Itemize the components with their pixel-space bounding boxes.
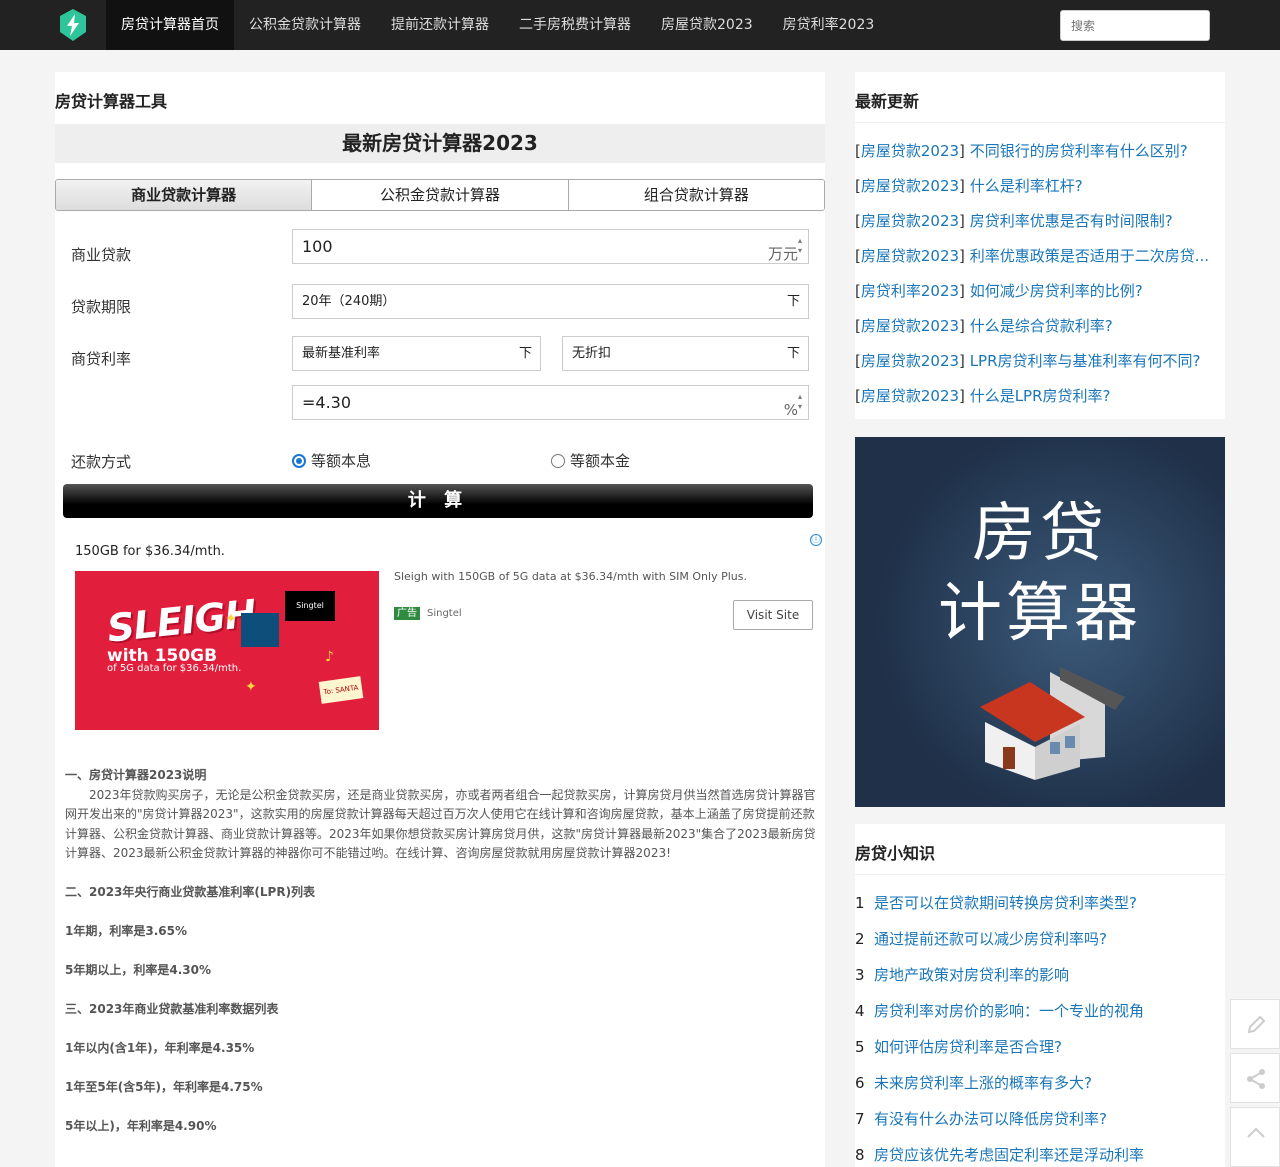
knowledge-link[interactable]: 5 如何评估房贷利率是否合理? bbox=[855, 1036, 1225, 1057]
knowledge-link[interactable]: 3 房地产政策对房贷利率的影响 bbox=[855, 964, 1225, 985]
repay-option-label: 等额本金 bbox=[570, 452, 631, 470]
chevron-down-icon: 下 bbox=[518, 346, 532, 361]
star-icon: ✦ bbox=[245, 679, 257, 695]
knowledge-link[interactable]: 2 通过提前还款可以减少房贷利率吗? bbox=[855, 928, 1225, 949]
main-nav: 房贷计算器首页 公积金贷款计算器 提前还款计算器 二手房税费计算器 房屋贷款20… bbox=[106, 0, 889, 50]
ad-headline[interactable]: 150GB for $36.34/mth. bbox=[75, 544, 225, 559]
rate-type-select[interactable]: 最新基准利率 下 bbox=[292, 336, 541, 371]
latest-updates-box: 最新更新 [房屋贷款2023] 不同银行的房贷利率有什么区别? [房屋贷款202… bbox=[855, 72, 1225, 419]
article-heading: 二、2023年央行商业贷款基准利率(LPR)列表 bbox=[65, 885, 316, 899]
ad-badge: 广告 bbox=[394, 607, 420, 620]
loan-amount-label: 商业贷款 bbox=[71, 246, 132, 264]
promo-banner[interactable]: 房贷 计算器 bbox=[855, 437, 1225, 807]
divider bbox=[855, 874, 1225, 875]
article-heading: 一、房贷计算器2023说明 bbox=[65, 768, 207, 782]
article-list-item: 1年至5年(含5年)，年利率是4.75% bbox=[65, 1080, 263, 1094]
star-icon: ✦ bbox=[225, 611, 237, 627]
tab-combined-loan[interactable]: 组合贷款计算器 bbox=[568, 180, 824, 210]
ad-image-sub: of 5G data for $36.34/mth. bbox=[107, 663, 242, 674]
update-link[interactable]: [房贷利率2023] 如何减少房贷利率的比例? bbox=[855, 280, 1225, 301]
lightning-logo-icon[interactable] bbox=[58, 8, 88, 42]
stepper-icon[interactable]: ▴ ▾ bbox=[794, 236, 806, 256]
article-list-item: 5年以上)，年利率是4.90% bbox=[65, 1119, 217, 1133]
knowledge-link[interactable]: 1 是否可以在贷款期间转换房贷利率类型? bbox=[855, 892, 1225, 913]
article-paragraph: 2023年贷款购买房子，无论是公积金贷款买房，还是商业贷款买房，亦或者两者组合一… bbox=[65, 787, 816, 861]
nav-item-prepay[interactable]: 提前还款计算器 bbox=[376, 0, 504, 50]
repay-method-label: 还款方式 bbox=[71, 453, 132, 471]
knowledge-link[interactable]: 4 房贷利率对房价的影响：一个专业的视角 bbox=[855, 1000, 1225, 1021]
loan-term-value: 20年（240期） bbox=[302, 294, 396, 309]
article-list-item: 1年期，利率是3.65% bbox=[65, 924, 187, 938]
update-link[interactable]: [房屋贷款2023] 什么是利率杠杆? bbox=[855, 175, 1225, 196]
article-list-item: 1年以内(含1年)，年利率是4.35% bbox=[65, 1041, 255, 1055]
gift-icon bbox=[241, 613, 279, 647]
search-input[interactable] bbox=[1060, 10, 1210, 41]
repay-equal-principal-radio[interactable]: 等额本金 bbox=[551, 450, 630, 471]
repay-option-label: 等额本息 bbox=[311, 452, 372, 470]
nav-item-tax[interactable]: 二手房税费计算器 bbox=[504, 0, 646, 50]
ad-advertiser[interactable]: Singtel bbox=[427, 607, 462, 620]
ad-description[interactable]: Sleigh with 150GB of 5G data at $36.34/m… bbox=[394, 570, 747, 583]
update-link[interactable]: [房屋贷款2023] 利率优惠政策是否适用于二次房贷... bbox=[855, 245, 1225, 266]
radio-checked-icon[interactable] bbox=[292, 453, 306, 468]
rate-discount-select[interactable]: 无折扣 下 bbox=[562, 336, 809, 371]
share-icon[interactable] bbox=[1230, 1053, 1280, 1103]
loan-term-select[interactable]: 20年（240期） 下 bbox=[292, 284, 809, 319]
article-heading: 三、2023年商业贷款基准利率数据列表 bbox=[65, 1002, 279, 1016]
loan-amount-value: 100 bbox=[302, 237, 333, 256]
pencil-icon[interactable] bbox=[1230, 999, 1280, 1049]
article-list-item: 5年期以上，利率是4.30% bbox=[65, 963, 211, 977]
update-link[interactable]: [房屋贷款2023] 房贷利率优惠是否有时间限制? bbox=[855, 210, 1225, 231]
article: 一、房贷计算器2023说明 2023年贷款购买房子，无论是公积金贷款买房，还是商… bbox=[65, 766, 825, 1137]
calculator-panel: 房贷计算器工具 最新房贷计算器2023 商业贷款计算器 公积金贷款计算器 组合贷… bbox=[55, 72, 825, 1167]
panel-title: 房贷计算器工具 bbox=[55, 92, 168, 111]
divider bbox=[855, 122, 1225, 123]
candy-cane-icon: ♪ bbox=[325, 649, 334, 665]
latest-updates-title: 最新更新 bbox=[855, 92, 920, 111]
nav-item-home[interactable]: 房贷计算器首页 bbox=[106, 0, 234, 50]
chevron-down-icon: 下 bbox=[786, 294, 800, 309]
rate-discount-value: 无折扣 bbox=[572, 346, 612, 361]
rate-type-value: 最新基准利率 bbox=[302, 346, 381, 361]
promo-title-line1: 房贷 bbox=[972, 497, 1108, 571]
stepper-icon[interactable]: ▴ ▾ bbox=[794, 392, 806, 412]
calculator-title: 最新房贷计算器2023 bbox=[55, 124, 825, 163]
loan-amount-input[interactable]: 100 万元 ▴ ▾ bbox=[292, 229, 809, 264]
update-link[interactable]: [房屋贷款2023] 不同银行的房贷利率有什么区别? bbox=[855, 140, 1225, 161]
update-link[interactable]: [房屋贷款2023] 什么是LPR房贷利率? bbox=[855, 385, 1225, 406]
repay-equal-installment-radio[interactable]: 等额本息 bbox=[292, 450, 371, 471]
ad-image-brand: Singtel bbox=[285, 591, 335, 621]
rate-value-input[interactable]: =4.30 % ▴ ▾ bbox=[292, 385, 809, 420]
update-link[interactable]: [房屋贷款2023] 什么是综合贷款利率? bbox=[855, 315, 1225, 336]
chevron-down-icon: 下 bbox=[786, 346, 800, 361]
visit-site-button[interactable]: Visit Site bbox=[733, 600, 813, 630]
knowledge-link[interactable]: 6 未来房贷利率上涨的概率有多大? bbox=[855, 1072, 1225, 1093]
ad-image-tag: To: SANTA bbox=[318, 676, 364, 704]
radio-unchecked-icon[interactable] bbox=[551, 453, 565, 468]
calculate-button[interactable]: 计 算 bbox=[63, 484, 813, 518]
top-navbar: 房贷计算器首页 公积金贷款计算器 提前还款计算器 二手房税费计算器 房屋贷款20… bbox=[0, 0, 1280, 50]
ad-info-icon[interactable]: ⓘ bbox=[810, 534, 822, 546]
calculator-tabs: 商业贷款计算器 公积金贷款计算器 组合贷款计算器 bbox=[55, 179, 825, 211]
loan-term-label: 贷款期限 bbox=[71, 298, 132, 316]
update-link[interactable]: [房屋贷款2023] LPR房贷利率与基准利率有何不同? bbox=[855, 350, 1225, 371]
nav-item-fund-loan[interactable]: 公积金贷款计算器 bbox=[234, 0, 376, 50]
knowledge-box: 房贷小知识 1 是否可以在贷款期间转换房贷利率类型? 2 通过提前还款可以减少房贷利… bbox=[855, 824, 1225, 1167]
nav-item-housing-loan[interactable]: 房屋贷款2023 bbox=[646, 0, 768, 50]
nav-item-loan-rate[interactable]: 房贷利率2023 bbox=[768, 0, 890, 50]
chevron-up-icon[interactable] bbox=[1230, 1107, 1280, 1167]
house-icon bbox=[980, 667, 1125, 780]
rate-value: =4.30 bbox=[302, 393, 352, 412]
loan-rate-label: 商贷利率 bbox=[71, 350, 132, 368]
knowledge-link[interactable]: 7 有没有什么办法可以降低房贷利率? bbox=[855, 1108, 1225, 1129]
tab-commercial-loan[interactable]: 商业贷款计算器 bbox=[56, 180, 313, 210]
promo-title-line2: 计算器 bbox=[938, 577, 1142, 651]
ad-image[interactable]: SLEIGH with 150GB of 5G data for $36.34/… bbox=[75, 571, 379, 730]
tab-fund-loan[interactable]: 公积金贷款计算器 bbox=[312, 180, 569, 210]
knowledge-title: 房贷小知识 bbox=[855, 844, 936, 863]
knowledge-link[interactable]: 8 房贷应该优先考虑固定利率还是浮动利率 bbox=[855, 1144, 1225, 1165]
